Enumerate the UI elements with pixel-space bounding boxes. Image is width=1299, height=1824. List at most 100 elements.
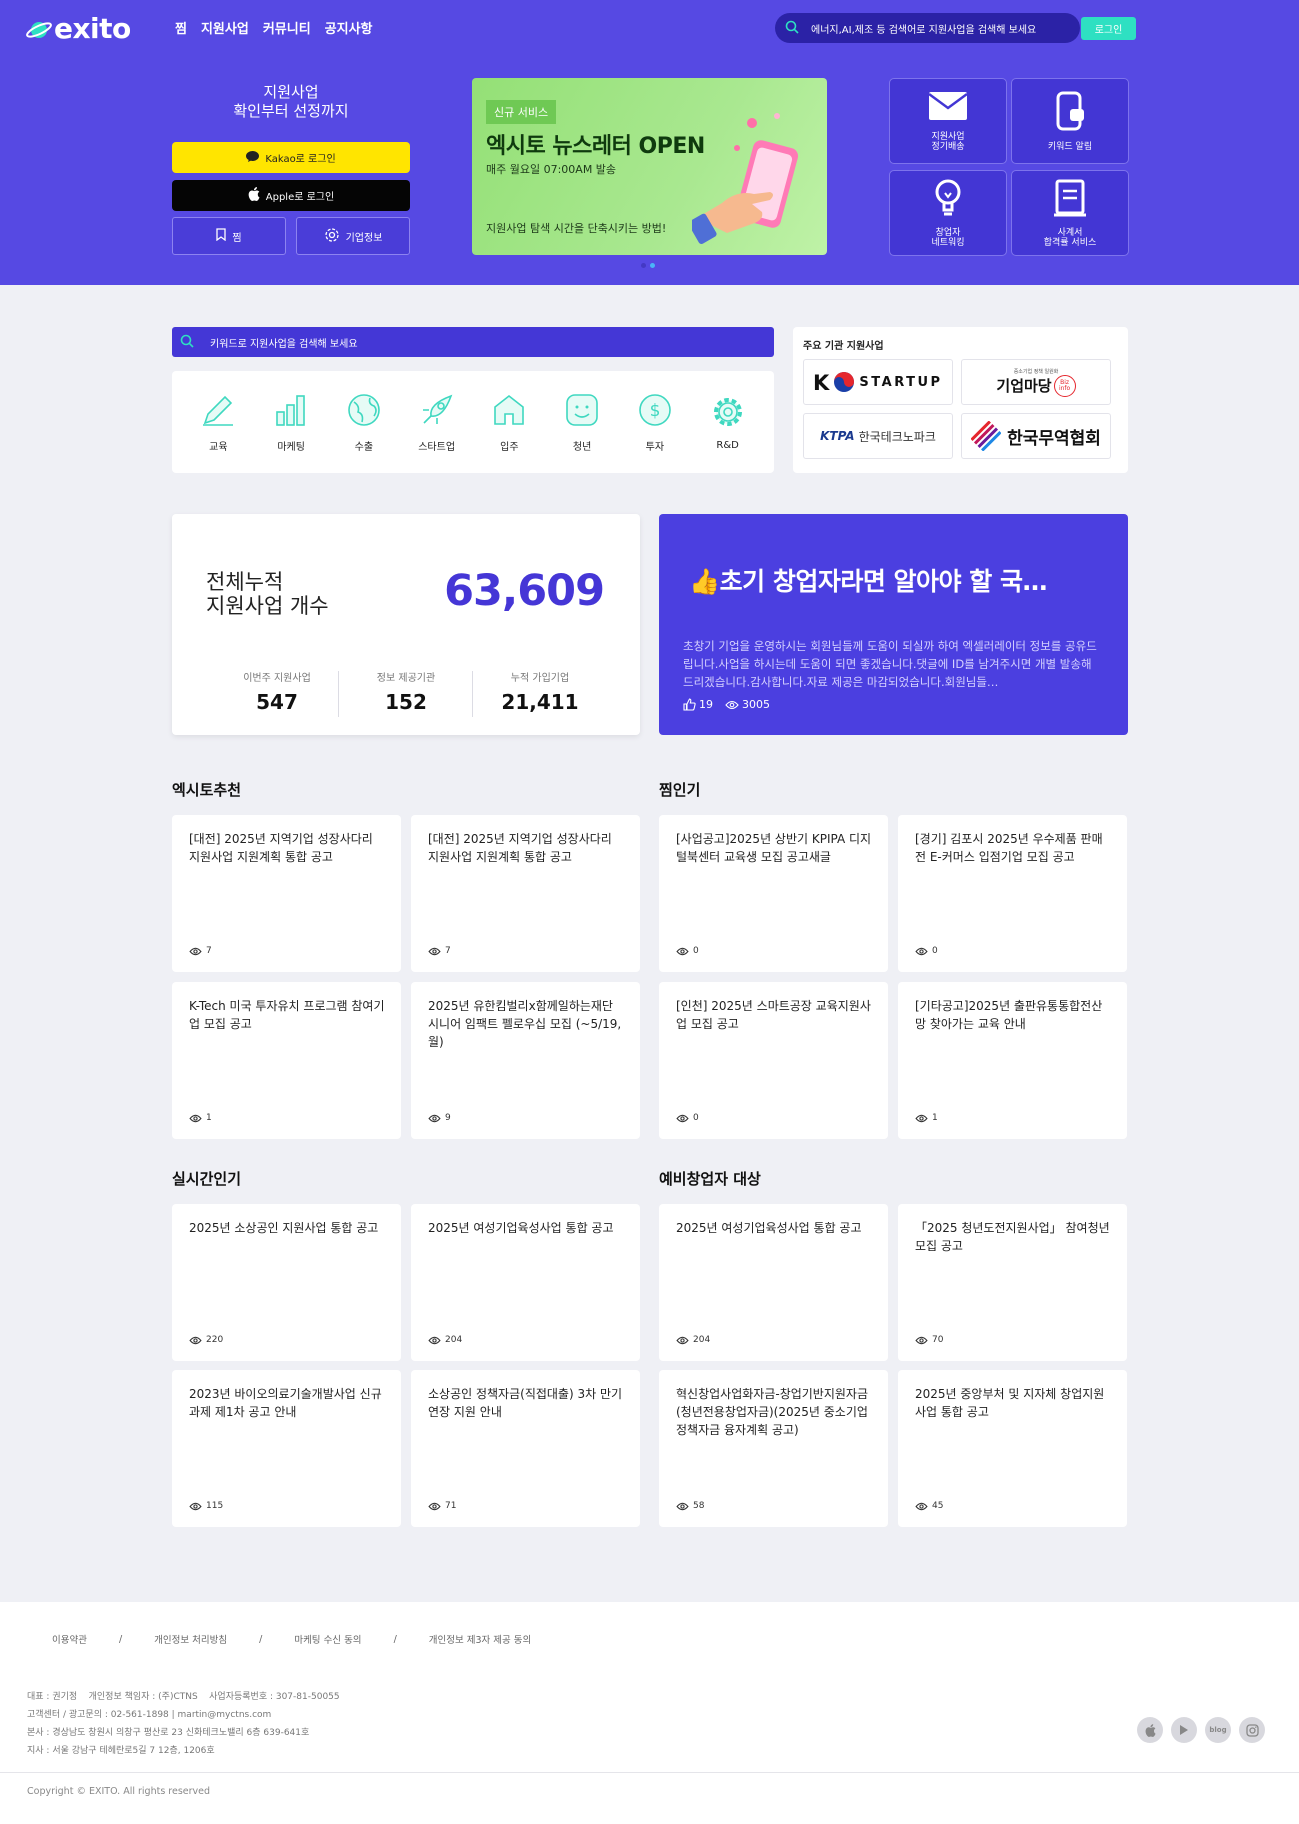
company-info-button[interactable]: 기업정보 [296, 217, 410, 255]
category-rnd[interactable]: R&D [698, 394, 758, 451]
category-label: 청년 [572, 441, 592, 453]
apple-login-button[interactable]: Apple로 로그인 [172, 180, 410, 211]
program-title: 2023년 바이오의료기술개발사업 신규과제 제1차 공고 안내 [189, 1387, 382, 1419]
program-card[interactable]: [인천] 2025년 스마트공장 교육지원사업 모집 공고 0 [659, 982, 888, 1139]
pagination-dot-active[interactable] [650, 263, 655, 268]
eye-icon [676, 1336, 689, 1344]
program-card[interactable]: 「2025 청년도전지원사업」 참여청년 모집 공고 70 [898, 1204, 1127, 1361]
tile-label-1: 창업자 [935, 227, 961, 238]
program-card[interactable]: [기타공고]2025년 출판유통통합전산망 찾아가는 교육 안내 1 [898, 982, 1127, 1139]
slogan-line-1: 지원사업 [263, 83, 319, 101]
tile-keyword-alert[interactable]: 키워드 알림 [1011, 78, 1129, 164]
footer-link-third-party[interactable]: 개인정보 제3자 제공 동의 [429, 1632, 532, 1646]
logo-text: exito [54, 12, 131, 45]
nav-bookmark[interactable]: 찜 [175, 18, 187, 37]
view-value: 71 [445, 1501, 457, 1511]
eye-icon [189, 947, 202, 955]
stats-label: 전체누적 지원사업 개수 [206, 570, 329, 618]
view-value: 115 [206, 1501, 224, 1511]
program-card[interactable]: [경기] 김포시 2025년 우수제품 판매전 E-커머스 입점기업 모집 공고… [898, 815, 1127, 972]
program-card[interactable]: 소상공인 정책자금(직접대출) 3차 만기연장 지원 안내 71 [411, 1370, 640, 1527]
header-search-input[interactable]: 에너지,AI,제조 등 검색어로 지원사업을 검색해 보세요 [775, 13, 1080, 43]
featured-post-body: 초창기 기업을 운영하시는 회원님들께 도움이 되실까 하여 엑셀러레이터 정보… [683, 639, 1097, 689]
category-investment[interactable]: $ 투자 [625, 392, 685, 453]
program-card[interactable]: 혁신창업사업화자금-창업기반지원자금(청년전용창업자금)(2025년 중소기업 … [659, 1370, 888, 1527]
footer-link-marketing[interactable]: 마케팅 수신 동의 [294, 1632, 361, 1646]
footer-link-terms[interactable]: 이용약관 [52, 1632, 87, 1646]
dollar-icon: $ [639, 393, 671, 426]
company-info-line: 고객센터 / 광고문의 : 02-561-1898 | martin@myctn… [27, 1710, 272, 1720]
newsletter-banner[interactable]: 신규 서비스 엑시토 뉴스레터 OPEN 매주 월요일 07:00AM 발송 지… [472, 78, 827, 255]
program-title: [인천] 2025년 스마트공장 교육지원사업 모집 공고 [676, 999, 871, 1031]
search-icon [180, 333, 194, 352]
category-education[interactable]: 교육 [188, 392, 248, 453]
nav-programs[interactable]: 지원사업 [201, 18, 249, 37]
stat-label: 누적 가입기업 [510, 673, 570, 684]
view-value: 0 [693, 946, 699, 956]
company-info-label: 기업정보 [345, 232, 383, 244]
keyword-search-input[interactable]: 키워드로 지원사업을 검색해 보세요 [172, 327, 774, 357]
category-youth[interactable]: 청년 [552, 392, 612, 453]
program-card[interactable]: 2025년 여성기업육성사업 통합 공고 204 [659, 1204, 888, 1361]
stat-value: 152 [385, 690, 427, 714]
stat-members: 누적 가입기업 21,411 [473, 669, 607, 714]
eye-icon [189, 1502, 202, 1510]
program-card[interactable]: [사업공고]2025년 상반기 KPIPA 디지털북센터 교육생 모집 공고새글… [659, 815, 888, 972]
category-startup[interactable]: 스타트업 [407, 392, 467, 453]
tile-newsletter[interactable]: 지원사업 정기배송 [889, 78, 1007, 164]
play-icon[interactable] [1171, 1717, 1197, 1743]
k-startup-logo[interactable]: K STARTUP [803, 359, 953, 405]
eye-icon [676, 1502, 689, 1510]
eye-icon [189, 1114, 202, 1122]
program-views: 71 [428, 1501, 456, 1511]
kita-logo[interactable]: 한국무역협회 [961, 413, 1111, 459]
category-label: R&D [716, 439, 739, 451]
program-title: 소상공인 정책자금(직접대출) 3차 만기연장 지원 안내 [428, 1387, 623, 1419]
program-views: 220 [189, 1335, 223, 1345]
hero-slogan: 지원사업 확인부터 선정까지 [172, 83, 410, 121]
program-views: 9 [428, 1113, 451, 1123]
pagination-dot[interactable] [641, 263, 646, 268]
nav-community[interactable]: 커뮤니티 [263, 18, 311, 37]
category-marketing[interactable]: 마케팅 [261, 392, 321, 453]
house-icon [494, 394, 525, 425]
program-card[interactable]: K-Tech 미국 투자유치 프로그램 참여기업 모집 공고 1 [172, 982, 401, 1139]
footer: 이용약관 / 개인정보 처리방침 / 마케팅 수신 동의 / 개인정보 제3자 … [0, 1602, 1299, 1824]
tile-label-1: 키워드 알림 [1047, 141, 1093, 152]
bookmark-button[interactable]: 찜 [172, 217, 286, 255]
main-nav: 찜 지원사업 커뮤니티 공지사항 [175, 18, 373, 37]
category-residence[interactable]: 입주 [479, 392, 539, 453]
view-value: 1 [206, 1113, 212, 1123]
category-export[interactable]: 수출 [334, 392, 394, 453]
program-card[interactable]: 2023년 바이오의료기술개발사업 신규과제 제1차 공고 안내 115 [172, 1370, 401, 1527]
program-card[interactable]: 2025년 중앙부처 및 지자체 창업지원사업 통합 공고 45 [898, 1370, 1127, 1527]
footer-link-privacy[interactable]: 개인정보 처리방침 [154, 1632, 227, 1646]
category-grid: 교육 마케팅 수출 스타트업 입주 청년 $ 투자 R&D [172, 371, 774, 473]
program-card[interactable]: 2025년 소상공인 지원사업 통합 공고 220 [172, 1204, 401, 1361]
program-title: 2025년 여성기업육성사업 통합 공고 [428, 1221, 614, 1235]
program-card[interactable]: 2025년 여성기업육성사업 통합 공고 204 [411, 1204, 640, 1361]
banner-subtitle: 매주 월요일 07:00AM 발송 [486, 163, 617, 176]
program-card[interactable]: 2025년 유한킴벌리x함께일하는재단 시니어 임팩트 펠로우십 모집 (~5/… [411, 982, 640, 1139]
program-card[interactable]: [대전] 2025년 지역기업 성장사다리 지원사업 지원계획 통합 공고 7 [411, 815, 640, 972]
apple-icon[interactable] [1137, 1717, 1163, 1743]
view-value: 204 [445, 1335, 463, 1345]
program-title: [사업공고]2025년 상반기 KPIPA 디지털북센터 교육생 모집 공고새글 [676, 832, 872, 864]
login-button[interactable]: 로그인 [1081, 17, 1136, 40]
apple-label: Apple로 로그인 [265, 192, 335, 203]
kakao-icon [246, 150, 260, 165]
nav-notice[interactable]: 공지사항 [325, 18, 373, 37]
tile-business-plan[interactable]: 사계서 합격률 서비스 [1011, 170, 1129, 256]
blog-icon[interactable]: blog [1205, 1717, 1231, 1743]
featured-post-card[interactable]: 👍초기 창업자라면 알아야 할 국… 초창기 기업을 운영하시는 회원님들께 도… [659, 514, 1128, 735]
ktp-logo[interactable]: KTPA 한국테크노파크 [803, 413, 953, 459]
program-card[interactable]: [대전] 2025년 지역기업 성장사다리 지원사업 지원계획 통합 공고 7 [172, 815, 401, 972]
instagram-icon[interactable] [1239, 1717, 1265, 1743]
logo[interactable]: exito [26, 12, 131, 45]
gear-icon [713, 397, 742, 426]
bizinfo-logo[interactable]: 중소기업 정책 일원화 기업마당 Biz info [961, 359, 1111, 405]
kakao-label: Kakao로 로그인 [265, 154, 336, 165]
tile-networking[interactable]: 창업자 네트워킹 [889, 170, 1007, 256]
kakao-login-button[interactable]: Kakao로 로그인 [172, 142, 410, 173]
footer-links: 이용약관 / 개인정보 처리방침 / 마케팅 수신 동의 / 개인정보 제3자 … [52, 1632, 532, 1647]
